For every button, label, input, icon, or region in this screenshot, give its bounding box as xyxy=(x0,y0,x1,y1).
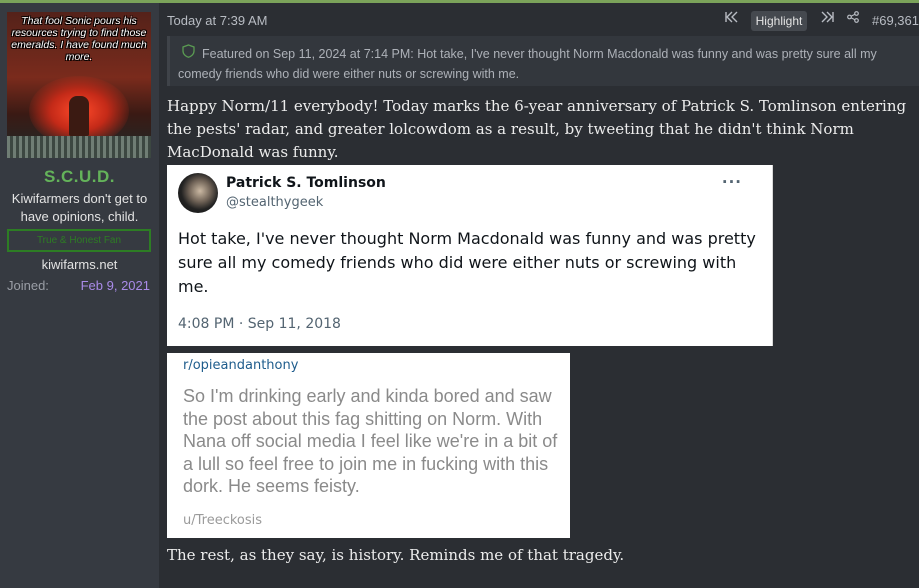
share-icon[interactable] xyxy=(847,11,859,26)
username-link[interactable]: S.C.U.D. xyxy=(0,167,159,187)
featured-notice: Featured on Sep 11, 2024 at 7:14 PM: Hot… xyxy=(167,36,919,86)
embedded-reddit-post[interactable]: r/opieandanthony So I'm drinking early a… xyxy=(167,353,570,538)
last-highlight-icon[interactable] xyxy=(820,11,834,26)
more-options-icon[interactable]: ··· xyxy=(722,173,742,191)
tweet-time: 4:08 PM · Sep 11, 2018 xyxy=(178,316,341,332)
shield-icon xyxy=(182,44,196,64)
joined-date: Feb 9, 2021 xyxy=(80,278,150,293)
embedded-tweet[interactable]: Patrick S. Tomlinson @stealthygeek ··· H… xyxy=(167,165,773,346)
user-website: kiwifarms.net xyxy=(41,257,118,272)
user-sidebar: That fool Sonic pours his resources tryi… xyxy=(0,3,159,588)
user-banner: True & Honest Fan xyxy=(7,229,151,252)
first-highlight-icon[interactable] xyxy=(725,11,739,26)
tweet-text: Hot take, I've never thought Norm Macdon… xyxy=(178,229,756,296)
avatar[interactable]: That fool Sonic pours his resources tryi… xyxy=(7,12,151,158)
tweet-handle: @stealthygeek xyxy=(226,195,324,210)
featured-text: Featured on Sep 11, 2024 at 7:14 PM: Hot… xyxy=(178,47,877,81)
highlight-button[interactable]: Highlight xyxy=(751,11,807,31)
joined-label: Joined: xyxy=(7,278,49,293)
post-intro-text: Happy Norm/11 everybody! Today marks the… xyxy=(167,97,907,161)
avatar-ground xyxy=(7,136,151,158)
reddit-post-text: So I'm drinking early and kinda bored an… xyxy=(183,386,558,496)
post-timestamp[interactable]: Today at 7:39 AM xyxy=(167,13,267,28)
post-outro-text: The rest, as they say, is history. Remin… xyxy=(167,546,625,564)
avatar-caption: That fool Sonic pours his resources tryi… xyxy=(11,15,147,63)
tweet-display-name: Patrick S. Tomlinson xyxy=(226,175,386,191)
subreddit-name: r/opieandanthony xyxy=(183,358,299,373)
user-title: Kiwifarmers don't get to have opinions, … xyxy=(11,191,148,224)
post-number-link[interactable]: #69,361 xyxy=(872,13,919,28)
tweet-avatar xyxy=(178,173,218,213)
reddit-username: u/Treeckosis xyxy=(183,513,263,528)
avatar-figure xyxy=(69,96,89,136)
